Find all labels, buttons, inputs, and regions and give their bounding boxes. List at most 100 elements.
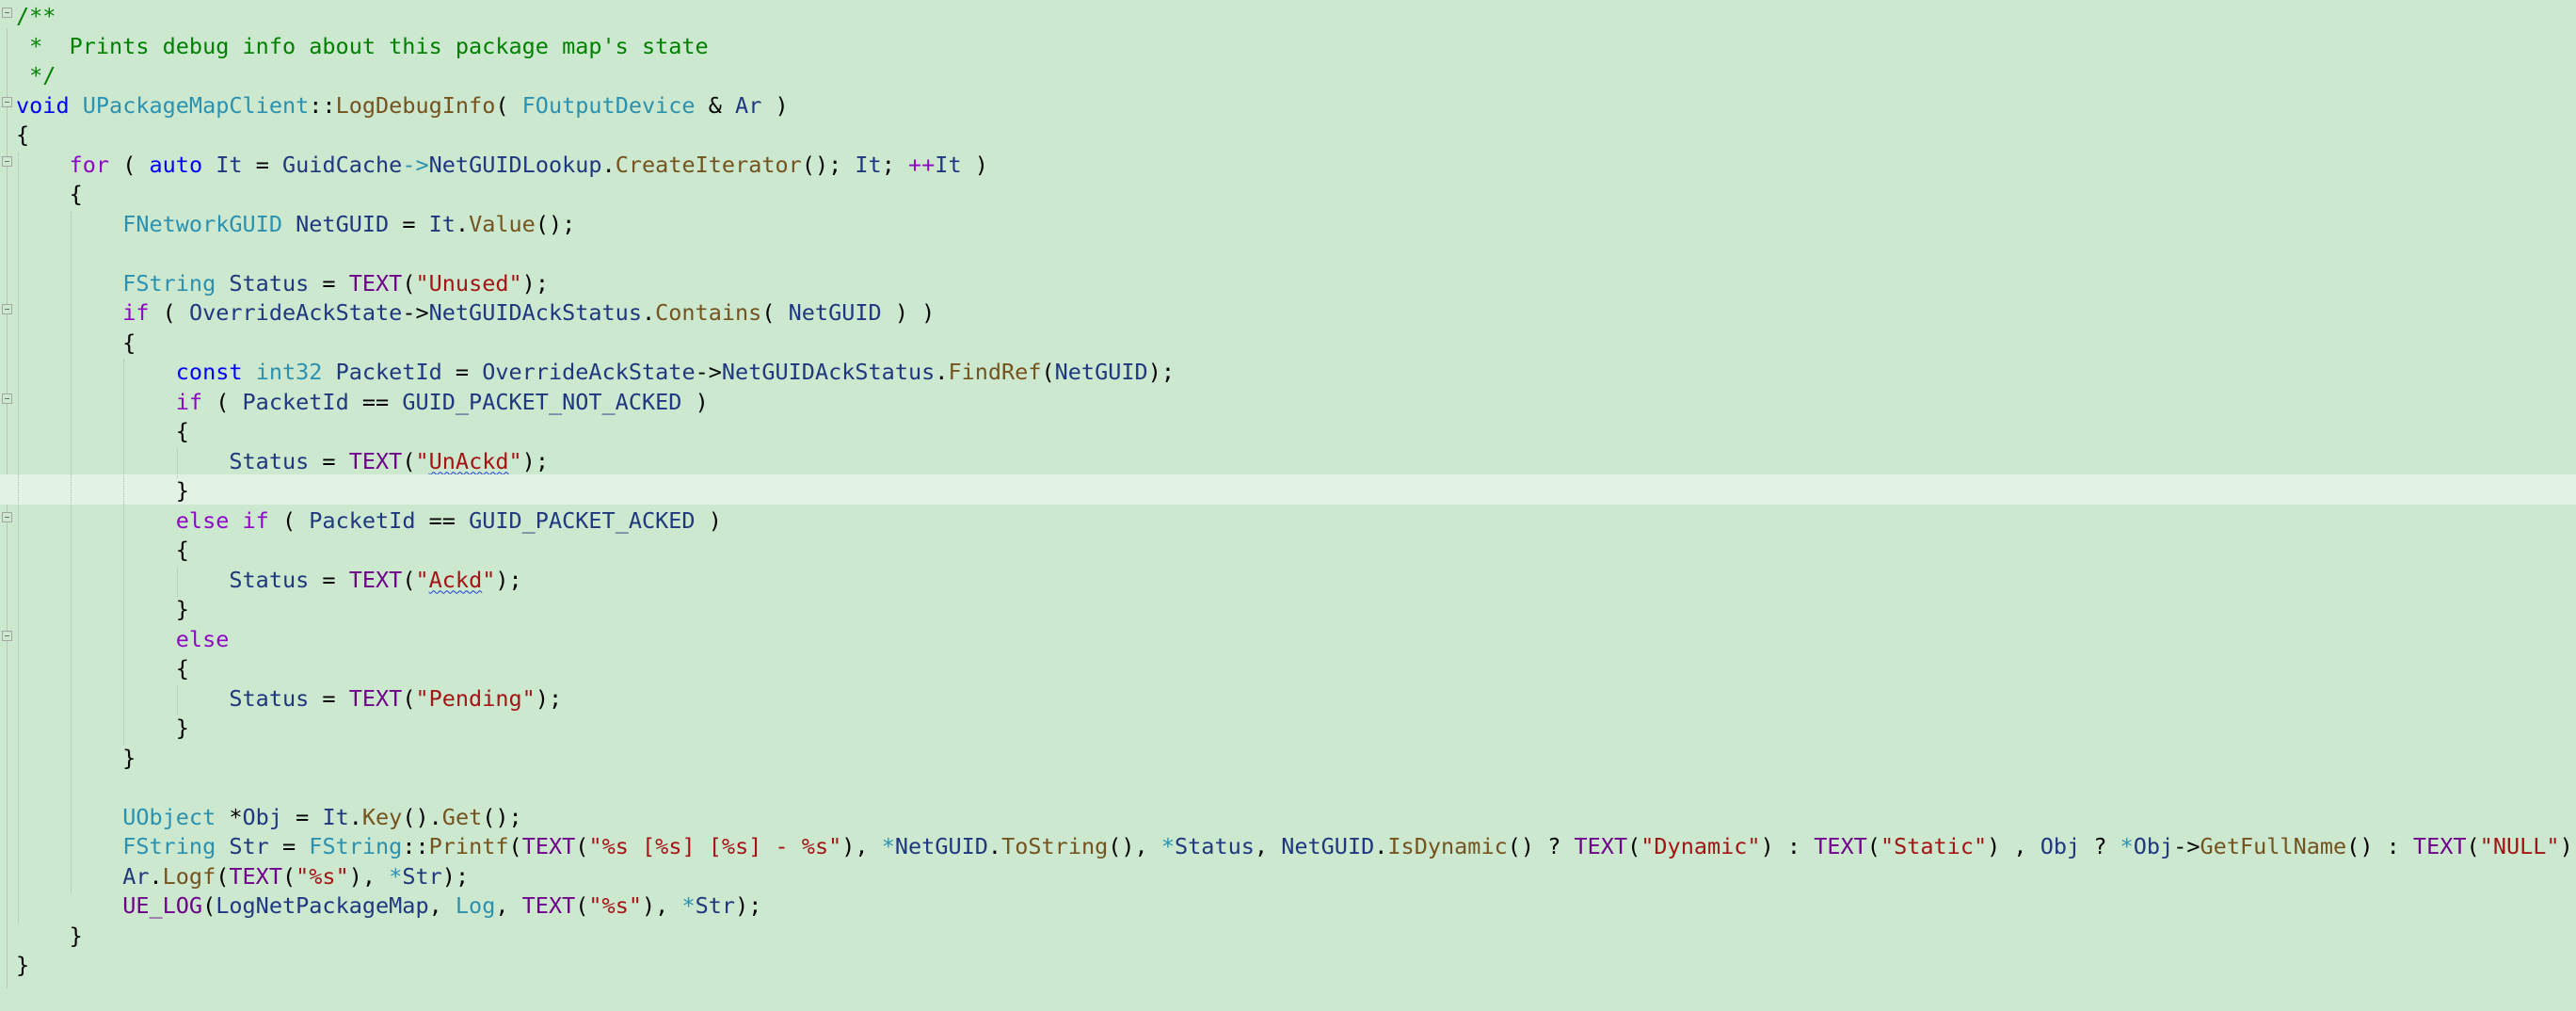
code-token: else	[175, 506, 230, 534]
code-token: */	[16, 62, 56, 88]
code-token: PacketId	[242, 388, 349, 415]
code-token: (	[402, 684, 416, 712]
fold-toggle-icon[interactable]	[2, 8, 12, 18]
fold-toggle-icon[interactable]	[2, 304, 12, 314]
code-token: {	[16, 181, 83, 207]
code-token: );	[1147, 359, 1175, 385]
code-line[interactable]: {	[0, 327, 2576, 357]
code-line[interactable]: void UPackageMapClient::LogDebugInfo( FO…	[0, 89, 2576, 120]
code-line-text: for ( auto It = GuidCache->NetGUIDLookup…	[16, 152, 988, 177]
code-token: if	[242, 506, 269, 534]
code-token: (	[202, 388, 243, 415]
code-line-text: }	[16, 746, 136, 770]
code-line[interactable]: {	[0, 652, 2576, 682]
code-token: ;	[881, 151, 908, 178]
code-line-text: UObject *Obj = It.Key().Get();	[16, 805, 522, 829]
code-token: LogDebugInfo	[335, 91, 496, 119]
code-token: (	[495, 91, 522, 119]
code-token: *	[1160, 833, 1176, 859]
code-line[interactable]: for ( auto It = GuidCache->NetGUIDLookup…	[0, 149, 2576, 179]
code-line[interactable]: }	[0, 474, 2576, 505]
code-token: ==	[348, 388, 403, 415]
code-token: It	[322, 803, 349, 830]
code-token: "%s"	[296, 862, 349, 890]
code-token: "	[415, 447, 429, 474]
code-line[interactable]: }	[0, 949, 2576, 979]
code-line[interactable]: Status = TEXT("UnAckd");	[0, 445, 2576, 475]
code-line-text: const int32 PacketId = OverrideAckState-…	[16, 360, 1175, 384]
code-line[interactable]: else if ( PacketId == GUID_PACKET_ACKED …	[0, 505, 2576, 535]
code-line[interactable]: }	[0, 712, 2576, 742]
code-line[interactable]: Status = TEXT("Ackd");	[0, 564, 2576, 594]
code-line-text: FNetworkGUID NetGUID = It.Value();	[16, 212, 575, 236]
code-line[interactable]: Status = TEXT("Pending");	[0, 682, 2576, 713]
code-line[interactable]: if ( PacketId == GUID_PACKET_NOT_ACKED )	[0, 386, 2576, 416]
code-token: )	[761, 91, 789, 119]
code-token: (	[268, 506, 310, 534]
code-line[interactable]: else	[0, 623, 2576, 653]
code-line[interactable]: /**	[0, 0, 2576, 30]
code-token: FString	[122, 269, 216, 297]
code-line-text: {	[16, 330, 136, 355]
code-token: (	[402, 566, 416, 593]
code-token: *	[389, 862, 403, 890]
code-line[interactable]: UObject *Obj = It.Key().Get();	[0, 801, 2576, 831]
code-editor[interactable]: /** * Prints debug info about this packa…	[0, 0, 2576, 1011]
code-token: It	[855, 151, 882, 178]
code-token: NetGUID	[788, 299, 882, 326]
code-token: UE_LOG	[122, 892, 203, 919]
code-token: Contains	[655, 299, 762, 326]
code-line[interactable]: * Prints debug info about this package m…	[0, 30, 2576, 60]
code-line[interactable]	[0, 771, 2576, 801]
code-token: =	[389, 210, 429, 237]
code-line[interactable]: const int32 PacketId = OverrideAckState-…	[0, 356, 2576, 386]
code-line[interactable]: {	[0, 534, 2576, 564]
code-token: if	[122, 299, 150, 326]
code-line[interactable]: {	[0, 415, 2576, 445]
fold-toggle-icon[interactable]	[2, 155, 12, 167]
fold-toggle-icon[interactable]	[2, 96, 12, 107]
code-line[interactable]: }	[0, 742, 2576, 772]
code-token: (	[575, 833, 589, 859]
code-line[interactable]: FNetworkGUID NetGUID = It.Value();	[0, 208, 2576, 238]
code-token: Logf	[162, 862, 216, 890]
code-line[interactable]: {	[0, 178, 2576, 208]
code-token: NetGUID	[1281, 833, 1375, 859]
fold-toggle-icon[interactable]	[2, 630, 12, 641]
code-token: void	[16, 91, 70, 119]
code-token: const	[175, 359, 243, 385]
code-line[interactable]: UE_LOG(LogNetPackageMap, Log, TEXT("%s")…	[0, 890, 2576, 920]
code-token: /**	[16, 3, 56, 29]
code-token: =	[268, 833, 310, 859]
code-line[interactable]: FString Status = TEXT("Unused");	[0, 267, 2576, 297]
code-line[interactable]: */	[0, 59, 2576, 89]
code-token: {	[16, 121, 30, 148]
code-token: );	[495, 566, 522, 593]
code-line[interactable]: }	[0, 920, 2576, 950]
code-line[interactable]: {	[0, 119, 2576, 149]
code-token: )	[695, 506, 722, 534]
indent-guide	[176, 448, 178, 478]
code-line[interactable]: FString Str = FString::Printf(TEXT("%s […	[0, 830, 2576, 860]
code-line[interactable]	[0, 237, 2576, 267]
code-line[interactable]: if ( OverrideAckState->NetGUIDAckStatus.…	[0, 297, 2576, 327]
code-token: UnAckd	[428, 447, 509, 474]
code-token: Ackd	[428, 566, 483, 593]
fold-toggle-icon[interactable]	[2, 393, 12, 404]
fold-toggle-icon[interactable]	[2, 511, 12, 522]
code-token: (	[149, 299, 189, 326]
code-token: .	[641, 299, 656, 326]
code-line[interactable]: }	[0, 593, 2576, 623]
code-token: (	[402, 447, 416, 474]
code-token: TEXT	[1574, 833, 1628, 859]
code-token: ,	[428, 892, 456, 919]
code-line[interactable]: Ar.Logf(TEXT("%s"), *Str);	[0, 860, 2576, 891]
code-token: Get	[441, 803, 483, 830]
code-line-text: Status = TEXT("UnAckd");	[16, 449, 549, 473]
